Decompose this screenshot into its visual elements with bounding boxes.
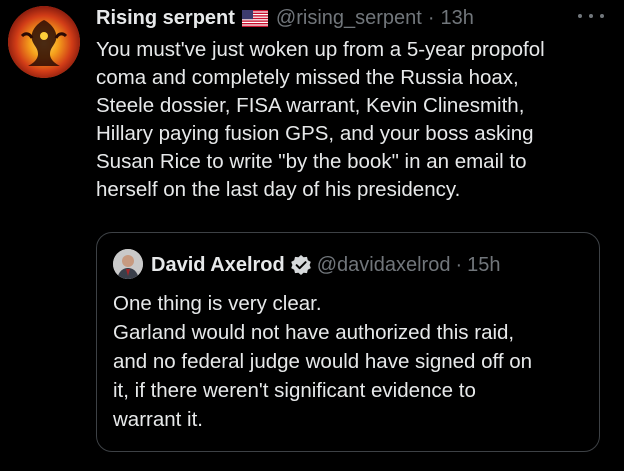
quoted-separator-dot: · — [455, 253, 463, 276]
quoted-avatar[interactable] — [113, 249, 143, 279]
handle[interactable]: @rising_serpent — [276, 7, 422, 30]
quoted-tweet-text: One thing is very clear. Garland would n… — [113, 292, 533, 431]
us-flag-icon — [241, 9, 268, 27]
quoted-tweet[interactable]: David Axelrod @davidaxelrod · 15h One th… — [96, 232, 600, 452]
rising-serpent-avatar-icon — [8, 6, 80, 78]
quoted-handle[interactable]: @davidaxelrod — [317, 254, 451, 277]
more-options-icon[interactable] — [578, 10, 604, 22]
quoted-tweet-header: David Axelrod @davidaxelrod · 15h — [151, 252, 501, 278]
tweet[interactable]: Rising serpent @rising_serpent · 13h You… — [0, 0, 624, 471]
david-axelrod-avatar-icon — [113, 249, 143, 279]
verified-badge-icon — [290, 254, 312, 276]
tweet-header: Rising serpent @rising_serpent · 13h — [96, 6, 474, 30]
quoted-display-name[interactable]: David Axelrod — [151, 254, 285, 277]
separator-dot: · — [427, 6, 435, 29]
timestamp[interactable]: 13h — [441, 7, 474, 30]
quoted-timestamp[interactable]: 15h — [467, 254, 500, 277]
avatar[interactable] — [8, 6, 80, 78]
display-name[interactable]: Rising serpent — [96, 7, 235, 30]
tweet-text: You must've just woken up from a 5-year … — [96, 38, 545, 201]
